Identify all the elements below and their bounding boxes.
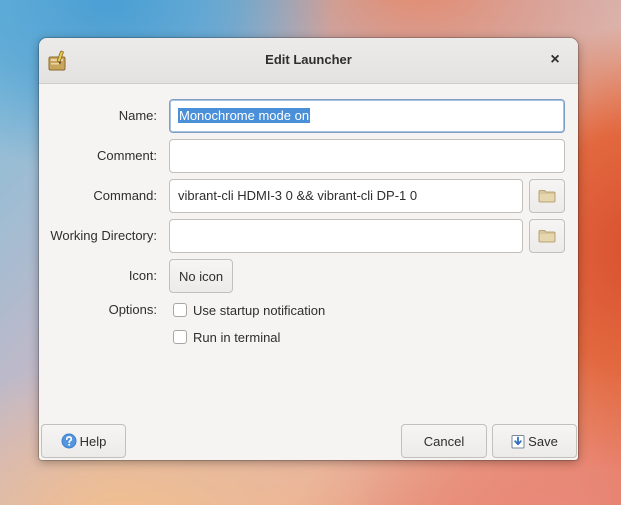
comment-row: Comment: <box>39 139 578 173</box>
icon-row: Icon: No icon <box>39 259 578 293</box>
folder-icon <box>538 230 556 243</box>
edit-launcher-dialog: Edit Launcher × Name: Monochrome mode on… <box>39 38 578 460</box>
save-button[interactable]: Save <box>492 424 577 458</box>
choose-icon-button-label: No icon <box>179 268 224 284</box>
startup-notification-label: Use startup notification <box>193 302 326 318</box>
close-button[interactable]: × <box>546 51 564 69</box>
name-row: Name: Monochrome mode on <box>39 99 578 133</box>
cancel-button-label: Cancel <box>423 433 465 449</box>
help-icon <box>61 433 77 449</box>
save-icon <box>511 434 525 449</box>
working-directory-browse-button[interactable] <box>529 219 565 253</box>
startup-notification-checkbox-box[interactable] <box>173 303 187 317</box>
choose-icon-button[interactable]: No icon <box>169 259 234 293</box>
working-directory-row: Working Directory: <box>39 219 578 253</box>
comment-input[interactable] <box>169 139 565 173</box>
startup-notification-checkbox[interactable]: Use startup notification <box>173 301 325 319</box>
help-button-label: Help <box>79 433 107 449</box>
command-row: Command: vibrant-cli HDMI-3 0 && vibrant… <box>39 179 578 213</box>
window-title: Edit Launcher <box>265 52 352 67</box>
close-icon: × <box>550 51 560 68</box>
options-label: Options: <box>108 302 157 317</box>
command-input[interactable]: vibrant-cli HDMI-3 0 && vibrant-cli DP-1… <box>169 179 523 213</box>
run-in-terminal-checkbox[interactable]: Run in terminal <box>173 328 280 346</box>
titlebar[interactable]: Edit Launcher × <box>39 38 578 84</box>
help-button[interactable]: Help <box>41 424 126 458</box>
name-input[interactable]: Monochrome mode on <box>169 99 565 133</box>
name-input-value: Monochrome mode on <box>178 108 311 123</box>
icon-label: Icon: <box>128 268 157 283</box>
command-label: Command: <box>93 188 157 203</box>
run-in-terminal-label: Run in terminal <box>193 329 281 345</box>
working-directory-input[interactable] <box>169 219 523 253</box>
cancel-button[interactable]: Cancel <box>401 424 487 458</box>
save-button-label: Save <box>528 433 558 449</box>
run-in-terminal-checkbox-box[interactable] <box>173 330 187 344</box>
command-browse-button[interactable] <box>529 179 565 213</box>
name-label: Name: <box>118 108 157 123</box>
command-input-value: vibrant-cli HDMI-3 0 && vibrant-cli DP-1… <box>178 188 418 203</box>
comment-label: Comment: <box>97 148 157 163</box>
folder-icon <box>538 190 556 203</box>
working-directory-label: Working Directory: <box>50 228 157 243</box>
